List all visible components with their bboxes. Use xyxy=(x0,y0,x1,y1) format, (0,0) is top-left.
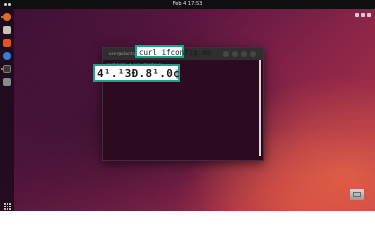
help-icon[interactable] xyxy=(3,52,11,60)
menu-icon[interactable] xyxy=(232,51,238,57)
ip-output-text: 4¹.¹3Ɖ.8¹.0¢ xyxy=(97,67,181,80)
volume-icon xyxy=(361,13,365,17)
running-indicator xyxy=(1,68,3,70)
dock xyxy=(0,9,14,211)
files-icon[interactable] xyxy=(3,26,11,34)
close-icon[interactable] xyxy=(250,51,256,57)
clock[interactable]: Feb 4 17:53 xyxy=(0,1,375,8)
ip-output-highlight: 4¹.¹3Ɖ.8¹.0¢ xyxy=(93,64,180,82)
desktop: Feb 4 17:53 user@ubuntu: ~ user@ubuntu:~… xyxy=(0,0,375,211)
running-indicator xyxy=(1,16,3,18)
minimize-icon[interactable] xyxy=(241,51,247,57)
power-icon xyxy=(367,13,371,17)
command-text: curl ifconfig.me xyxy=(139,48,212,57)
terminal-icon[interactable] xyxy=(3,65,11,73)
command-highlight: curl ifconfig.me xyxy=(135,45,211,58)
top-bar: Feb 4 17:53 xyxy=(0,0,375,17)
trash-icon[interactable] xyxy=(3,78,11,86)
trash-desktop-icon[interactable] xyxy=(350,189,364,200)
network-icon xyxy=(355,13,359,17)
system-tray[interactable] xyxy=(353,2,371,17)
search-icon[interactable] xyxy=(223,51,229,57)
scrollbar[interactable] xyxy=(259,60,261,156)
software-icon[interactable] xyxy=(3,39,11,47)
show-apps-icon[interactable] xyxy=(4,203,11,210)
firefox-icon[interactable] xyxy=(3,13,11,21)
